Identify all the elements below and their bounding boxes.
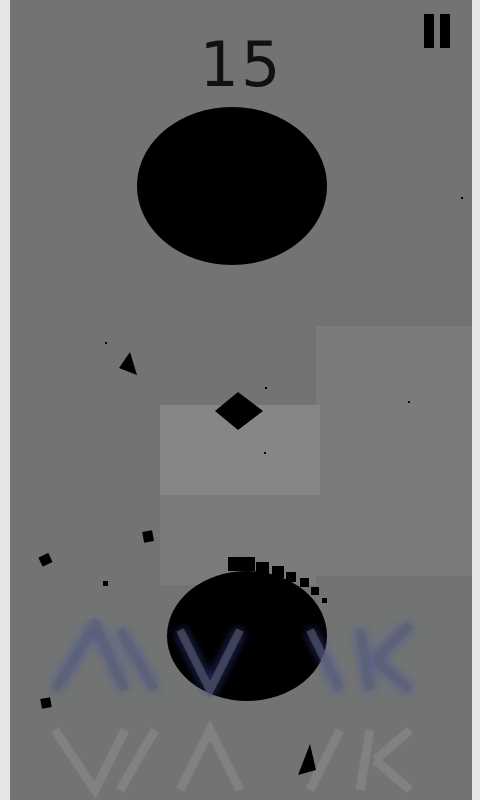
- debris-layer: [38, 197, 463, 799]
- debris-dot: [265, 387, 267, 389]
- debris-dot: [105, 342, 107, 344]
- trail-square: [228, 557, 242, 571]
- trail-square: [256, 562, 269, 575]
- trail-square: [272, 566, 284, 578]
- debris-dot: [408, 401, 410, 403]
- trail-square: [286, 572, 296, 582]
- trail-square: [311, 587, 319, 595]
- debris-dot: [264, 452, 266, 454]
- debris-square: [40, 697, 52, 709]
- trail-square: [322, 598, 327, 603]
- debris-square: [38, 552, 53, 567]
- diamond-shape: [215, 392, 263, 430]
- debris-dot: [461, 197, 463, 199]
- left-border: [0, 0, 10, 800]
- triangle-fragment: [119, 352, 137, 375]
- logo-watermark: [50, 614, 414, 799]
- trail-square: [241, 557, 255, 571]
- right-border: [472, 0, 480, 800]
- trail-square: [300, 578, 309, 587]
- debris-square: [142, 530, 154, 543]
- game-stage[interactable]: 15: [10, 0, 472, 800]
- triangle-fragment: [298, 744, 316, 775]
- debris-square: [103, 581, 108, 586]
